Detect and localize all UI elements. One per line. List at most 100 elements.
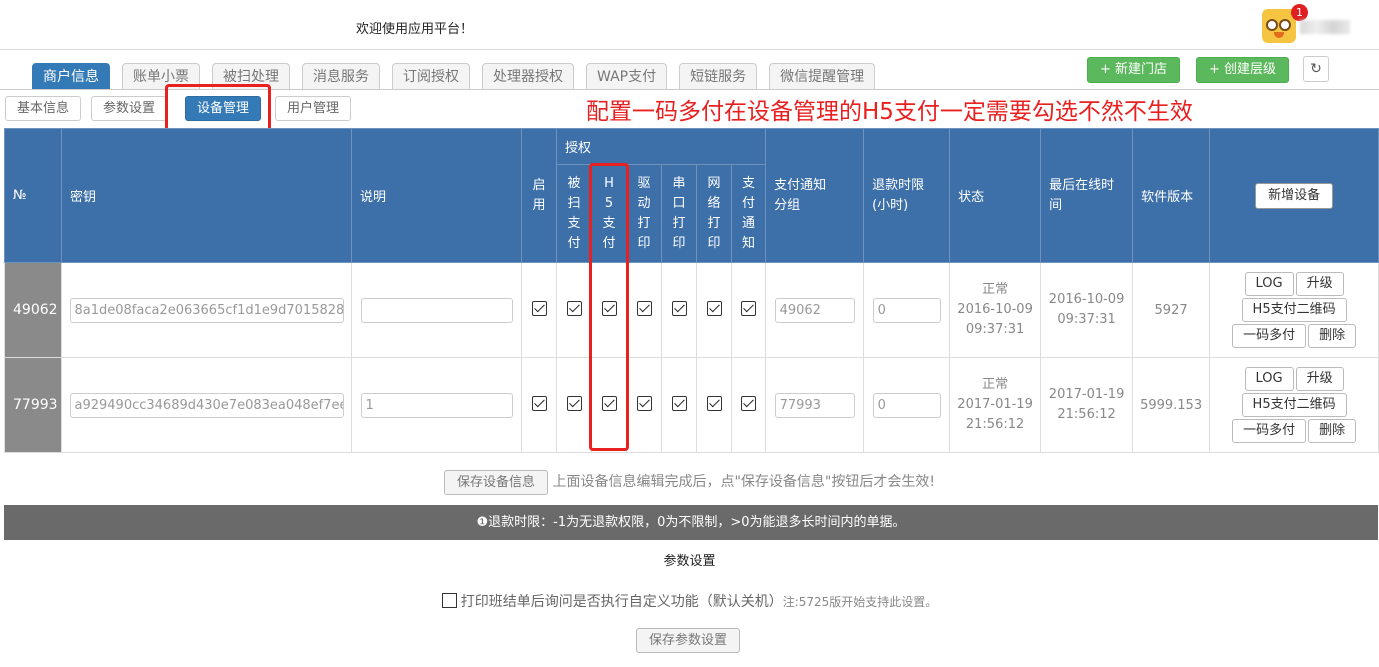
avatar-beak <box>1274 32 1284 38</box>
desc-cell: 1 <box>351 357 522 453</box>
enable-cell <box>521 357 557 453</box>
refresh-icon: ↻ <box>1310 61 1322 77</box>
params-title: 参数设置 <box>663 554 716 569</box>
subtab-user-management[interactable]: 用户管理 <box>275 96 352 121</box>
header-version: 软件版本 <box>1132 128 1211 263</box>
header-no: № <box>4 128 62 263</box>
notify-cell <box>730 357 767 453</box>
tab-message-service[interactable]: 消息服务 <box>302 63 380 89</box>
tab-processor-auth[interactable]: 处理器授权 <box>482 63 574 89</box>
serial-print-checkbox[interactable] <box>671 395 687 411</box>
top-bar: 欢迎使用应用平台！ 1 <box>0 0 1379 50</box>
avatar-eye-left <box>1266 19 1278 31</box>
enable-checkbox[interactable] <box>531 300 547 316</box>
multi-pay-button[interactable]: 一码多付 <box>1232 419 1307 443</box>
print-shift-note: 注:5725版开始支持此设置。 <box>782 595 938 609</box>
notify-group-input[interactable]: 49062 <box>774 297 855 323</box>
tab-subscription-auth[interactable]: 订阅授权 <box>392 63 470 89</box>
version-cell: 5999.153 <box>1132 357 1211 453</box>
network-print-checkbox[interactable] <box>706 395 722 411</box>
network-print-checkbox[interactable] <box>706 300 722 316</box>
actions-cell: LOG 升级 H5支付二维码 一码多付 删除 <box>1209 357 1379 453</box>
network-cell <box>696 262 732 358</box>
table-row: 77993 a929490cc34689d430e7e083ea048ef7ee… <box>4 357 1379 453</box>
header-driver-print: 驱动打印 <box>626 164 662 263</box>
driver-print-checkbox[interactable] <box>636 300 652 316</box>
key-cell: a929490cc34689d430e7e083ea048ef7ee <box>61 357 352 453</box>
tab-wechat-reminder[interactable]: 微信提醒管理 <box>769 63 876 89</box>
create-level-button[interactable]: + 创建层级 <box>1196 57 1290 83</box>
online-time: 21:56:12 <box>1057 407 1116 422</box>
enable-checkbox[interactable] <box>531 395 547 411</box>
scan-pay-checkbox[interactable] <box>566 395 582 411</box>
new-store-button[interactable]: + 新建门店 <box>1087 57 1181 83</box>
header-desc: 说明 <box>351 128 522 263</box>
enable-cell <box>521 262 557 358</box>
delete-button[interactable]: 删除 <box>1308 419 1357 443</box>
refund-limit-input[interactable]: 0 <box>872 297 941 323</box>
header-last-online: 最后在线时间 <box>1040 128 1134 263</box>
driver-cell <box>626 262 662 358</box>
scan-pay-checkbox[interactable] <box>566 300 582 316</box>
refresh-button[interactable]: ↻ <box>1303 56 1329 82</box>
key-cell: 8a1de08faca2e063665cf1d1e9d7015828 <box>61 262 352 358</box>
params-option-row: 打印班结单后询问是否执行自定义功能（默认关机）注:5725版开始支持此设置。 <box>0 591 1379 611</box>
notify-cell <box>730 262 767 358</box>
save-hint: 上面设备信息编辑完成后，点"保存设备信息"按钮后才会生效! <box>552 474 935 490</box>
username-blurred <box>1300 20 1350 34</box>
desc-input[interactable] <box>360 297 513 323</box>
upgrade-button[interactable]: 升级 <box>1295 272 1344 296</box>
add-device-button[interactable]: 新增设备 <box>1255 182 1334 209</box>
actions-cell: LOG 升级 H5支付二维码 一码多付 删除 <box>1209 262 1379 358</box>
status-cell: 正常 2016-10-09 09:37:31 <box>949 262 1042 358</box>
print-shift-checkbox[interactable] <box>441 593 457 608</box>
delete-button[interactable]: 删除 <box>1308 324 1357 348</box>
notify-group-input[interactable]: 77993 <box>774 392 855 418</box>
last-online-cell: 2016-10-09 09:37:31 <box>1040 262 1134 358</box>
serial-cell <box>661 262 697 358</box>
main-tabs: 商户信息 账单小票 被扫处理 消息服务 订阅授权 处理器授权 WAP支付 短链服… <box>32 63 887 89</box>
network-cell <box>696 357 732 453</box>
pay-notify-checkbox[interactable] <box>741 395 757 411</box>
upgrade-button[interactable]: 升级 <box>1295 367 1344 391</box>
desc-cell <box>351 262 522 358</box>
subtab-param-settings[interactable]: 参数设置 <box>91 96 168 121</box>
header-serial-print: 串口打印 <box>661 164 697 263</box>
avatar-eye-right <box>1279 19 1291 31</box>
version-cell: 5927 <box>1132 262 1211 358</box>
key-input[interactable]: a929490cc34689d430e7e083ea048ef7ee <box>69 392 344 418</box>
subtab-basic-info[interactable]: 基本信息 <box>5 96 82 121</box>
tab-short-link[interactable]: 短链服务 <box>679 63 758 89</box>
serial-cell <box>661 357 697 453</box>
header-key: 密钥 <box>61 128 352 263</box>
desc-input[interactable]: 1 <box>360 392 513 418</box>
online-time: 09:37:31 <box>1057 312 1116 327</box>
multi-pay-button[interactable]: 一码多付 <box>1232 324 1307 348</box>
log-button[interactable]: LOG <box>1244 367 1294 391</box>
status-time: 09:37:31 <box>965 322 1025 337</box>
h5-qrcode-button[interactable]: H5支付二维码 <box>1241 298 1347 322</box>
scan-cell <box>556 262 592 358</box>
refund-limit-input[interactable]: 0 <box>872 392 941 418</box>
header-status: 状态 <box>949 128 1042 263</box>
last-online-cell: 2017-01-19 21:56:12 <box>1040 357 1134 453</box>
device-table: № 密钥 说明 启用 授权 支付通知分组 退款时限(小时) 状态 最后在线时间 … <box>4 128 1379 453</box>
save-device-button[interactable]: 保存设备信息 <box>444 470 549 495</box>
notification-badge[interactable]: 1 <box>1291 4 1308 21</box>
header-pay-notify: 支付通知 <box>730 164 767 263</box>
header-network-print: 网络打印 <box>696 164 732 263</box>
scan-cell <box>556 357 592 453</box>
tab-wap-pay[interactable]: WAP支付 <box>586 63 668 89</box>
pay-notify-checkbox[interactable] <box>741 300 757 316</box>
refund-cell: 0 <box>863 357 951 453</box>
log-button[interactable]: LOG <box>1244 272 1294 296</box>
driver-print-checkbox[interactable] <box>636 395 652 411</box>
tab-merchant-info[interactable]: 商户信息 <box>32 63 110 89</box>
save-params-button[interactable]: 保存参数设置 <box>636 628 741 653</box>
h5-qrcode-button[interactable]: H5支付二维码 <box>1241 393 1347 417</box>
device-no: 77993 <box>4 357 62 453</box>
save-device-row: 保存设备信息 上面设备信息编辑完成后，点"保存设备信息"按钮后才会生效! <box>0 470 1379 495</box>
key-input[interactable]: 8a1de08faca2e063665cf1d1e9d7015828 <box>69 297 344 323</box>
header-enable: 启用 <box>521 128 557 263</box>
serial-print-checkbox[interactable] <box>671 300 687 316</box>
